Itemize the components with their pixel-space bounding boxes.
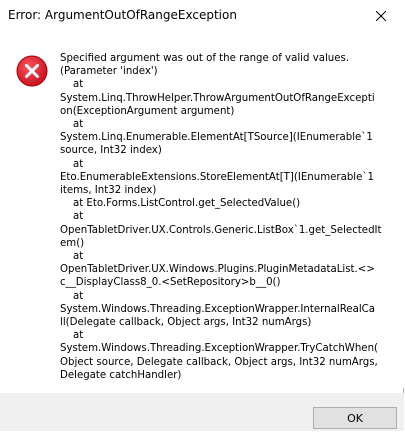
dialog-title: Error: ArgumentOutOfRangeException: [8, 8, 237, 22]
close-button[interactable]: [358, 0, 404, 31]
message-line: on(ExceptionArgument argument): [60, 105, 235, 117]
message-line: source, Int32 index): [60, 145, 162, 157]
message-line: at: [60, 211, 84, 223]
message-line: at: [60, 158, 84, 170]
message-line: at Eto.Forms.ListControl.get_SelectedVal…: [60, 198, 301, 210]
dialog-footer: OK: [0, 393, 404, 431]
message-line: System.Linq.ThrowHelper.ThrowArgumentOut…: [60, 92, 375, 104]
message-line: System.Windows.Threading.ExceptionWrappe…: [60, 303, 376, 315]
message-line: Specified argument was out of the range …: [60, 53, 350, 64]
error-dialog: Error: ArgumentOutOfRangeException Speci…: [0, 0, 404, 431]
message-line: ll(Delegate callback, Object args, Int32…: [60, 317, 312, 329]
message-line: Object source, Delegate callback, Object…: [60, 356, 378, 368]
ok-button[interactable]: OK: [313, 407, 397, 429]
message-line: items, Int32 index): [60, 185, 157, 197]
error-message: Specified argument was out of the range …: [60, 52, 398, 382]
message-line: em(): [60, 237, 85, 249]
message-line: System.Linq.Enumerable.ElementAt[TSource…: [60, 132, 373, 144]
message-line: Eto.EnumerableExtensions.StoreElementAt[…: [60, 171, 374, 183]
message-line: at: [60, 119, 84, 131]
message-line: at: [60, 251, 84, 263]
message-line: Delegate catchHandler): [60, 369, 182, 381]
dialog-content: Specified argument was out of the range …: [0, 31, 404, 388]
message-line: at: [60, 79, 84, 91]
message-line: c__DisplayClass8_0.<SetRepository>b__0(): [60, 277, 281, 289]
error-circle-x-icon: [16, 55, 48, 87]
title-bar: Error: ArgumentOutOfRangeException: [0, 0, 404, 31]
close-icon: [376, 10, 386, 21]
message-line: (Parameter 'index'): [60, 66, 158, 78]
message-line: at: [60, 330, 84, 342]
message-line: System.Windows.Threading.ExceptionWrappe…: [60, 343, 379, 355]
message-line: OpenTabletDriver.UX.Controls.Generic.Lis…: [60, 224, 382, 236]
message-line: OpenTabletDriver.UX.Windows.Plugins.Plug…: [60, 264, 375, 276]
message-line: at: [60, 290, 84, 302]
